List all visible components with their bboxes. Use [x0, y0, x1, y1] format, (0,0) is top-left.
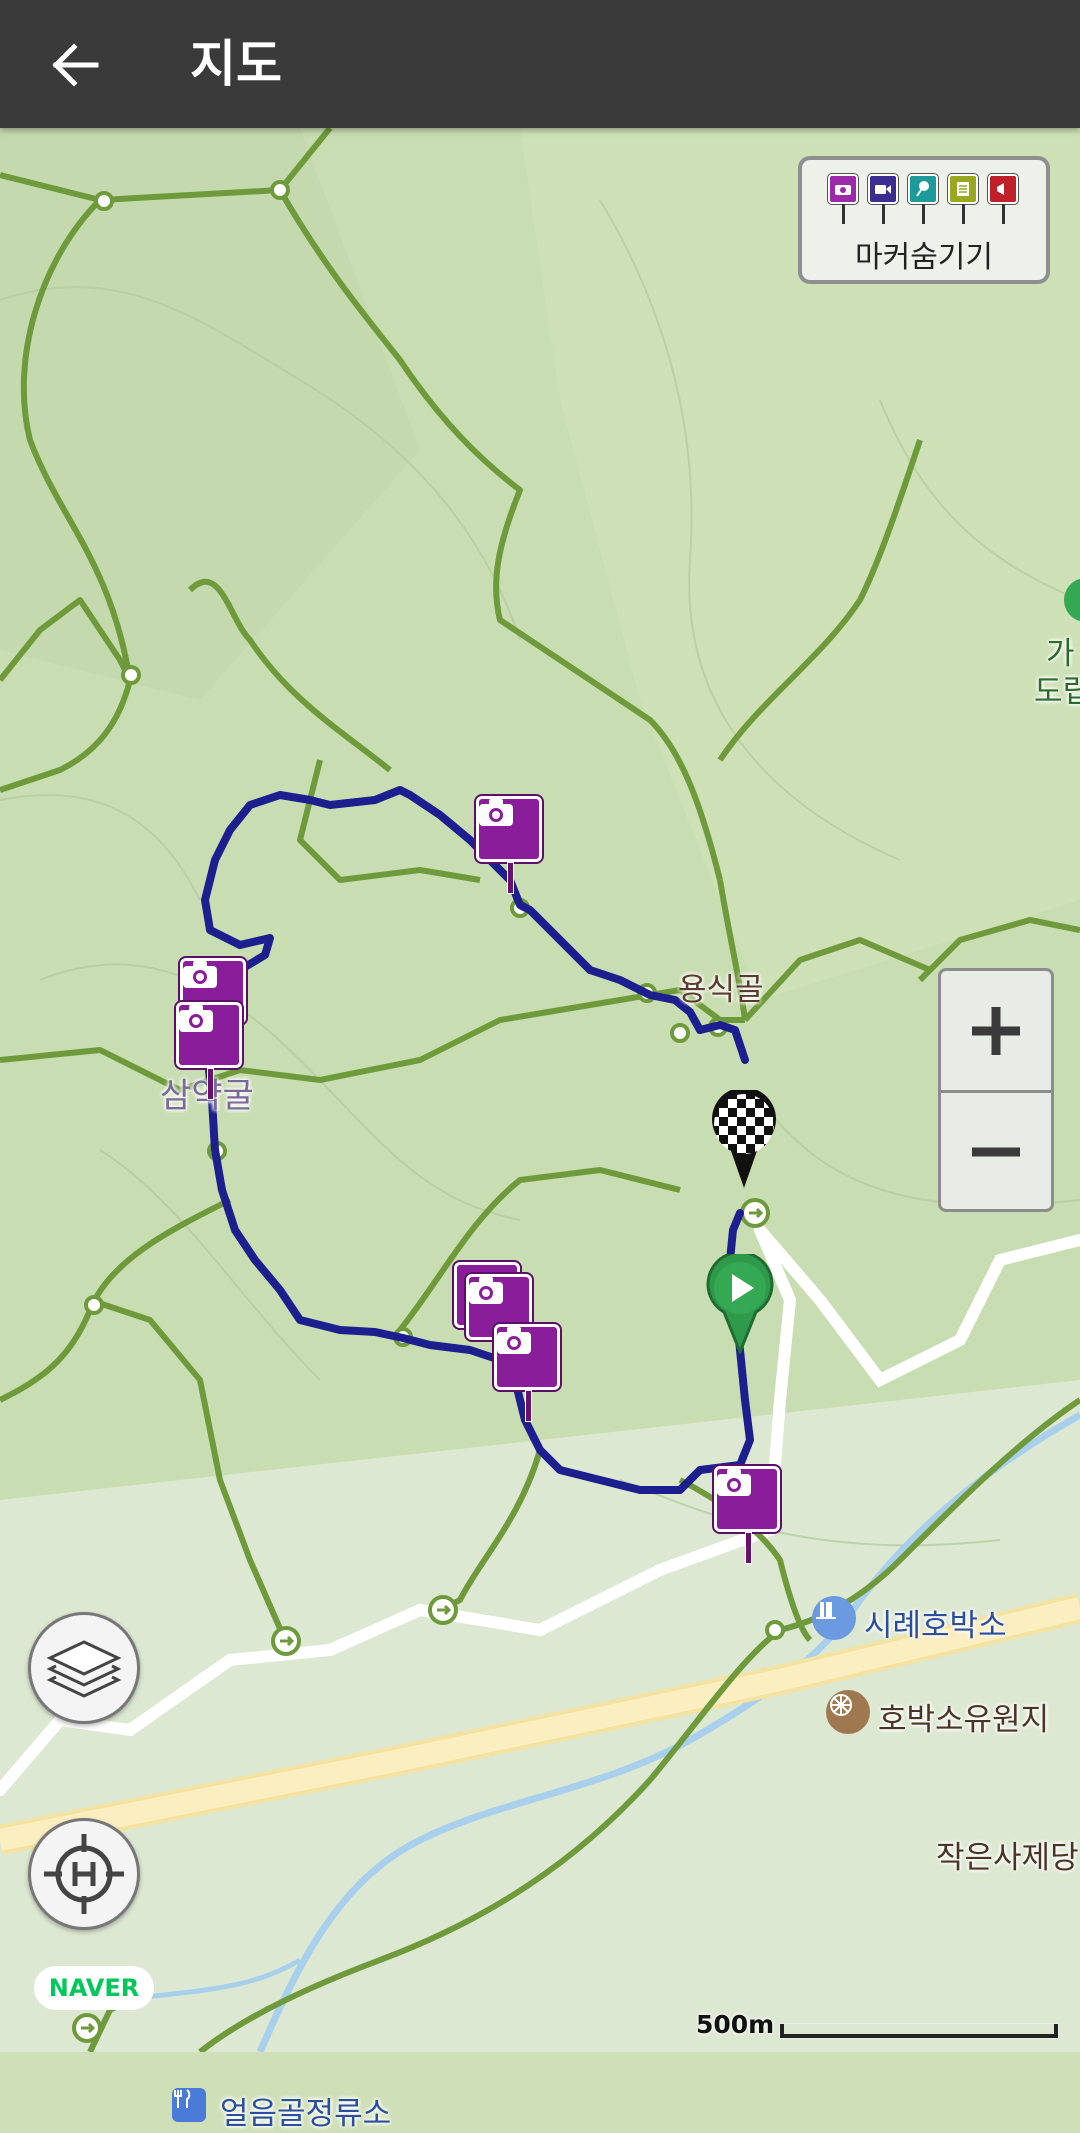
layers-button[interactable] — [28, 1612, 140, 1724]
photo-marker[interactable] — [714, 1466, 784, 1566]
photo-marker[interactable] — [476, 796, 546, 896]
poi-label-sirye-hobakso: 시례호박소 — [864, 1608, 1007, 1644]
camera-icon — [176, 1002, 242, 1068]
poi-label-eoleumgol-stop: 얼음골정류소 — [220, 2096, 392, 2132]
camera-icon — [494, 1324, 560, 1390]
page-title: 지도 — [190, 35, 282, 93]
photo-marker[interactable] — [494, 1324, 564, 1424]
restaurant-poi-icon — [172, 2088, 206, 2122]
zoom-in-button[interactable] — [941, 971, 1051, 1093]
photo-marker[interactable] — [176, 1002, 246, 1102]
camera-icon — [714, 1466, 780, 1532]
scale-label: 500m — [696, 2010, 775, 2039]
map-view[interactable]: 용식골 삼약굴 시례호박소 호박소유원지 작은사제당 얼음골정류소 가 도립 — [0, 128, 1080, 2132]
place-label-jageun-saje: 작은사제당 — [936, 1840, 1079, 1876]
layers-icon — [46, 1640, 122, 1698]
zoom-control — [938, 968, 1054, 1212]
video-marker-icon — [868, 174, 898, 226]
locate-button[interactable] — [28, 1818, 140, 1930]
poi-label-hobakso-park: 호박소유원지 — [878, 1702, 1050, 1738]
start-marker[interactable] — [706, 1254, 774, 1354]
plus-icon — [972, 1006, 1020, 1055]
minus-icon — [972, 1147, 1020, 1156]
arrow-left-icon — [52, 43, 99, 87]
play-start-icon — [706, 1254, 774, 1354]
water-poi-icon — [812, 1596, 856, 1640]
photo-marker-icon — [828, 174, 858, 226]
place-label-yongsikgol: 용식골 — [678, 972, 764, 1008]
checkered-flag-icon — [712, 1090, 776, 1188]
scale-bar: 500m — [696, 2010, 1066, 2046]
place-label-partial-2: 도립 — [1034, 674, 1080, 710]
announcement-marker-icon — [988, 174, 1018, 226]
naver-logo: NAVER — [34, 1966, 154, 2010]
back-button[interactable] — [40, 30, 110, 100]
finish-marker[interactable] — [710, 1090, 778, 1190]
zoom-out-button[interactable] — [941, 1092, 1051, 1209]
audio-marker-icon — [908, 174, 938, 226]
memo-marker-icon — [948, 174, 978, 226]
camera-icon — [476, 796, 542, 862]
app-bar: 지도 — [0, 0, 1080, 128]
crosshair-h-icon — [44, 1834, 124, 1914]
hide-markers-label: 마커숨기기 — [855, 240, 993, 275]
hide-markers-button[interactable]: 마커숨기기 — [798, 156, 1050, 284]
scale-bar-line — [780, 2024, 1058, 2038]
amusement-park-icon — [826, 1690, 870, 1734]
